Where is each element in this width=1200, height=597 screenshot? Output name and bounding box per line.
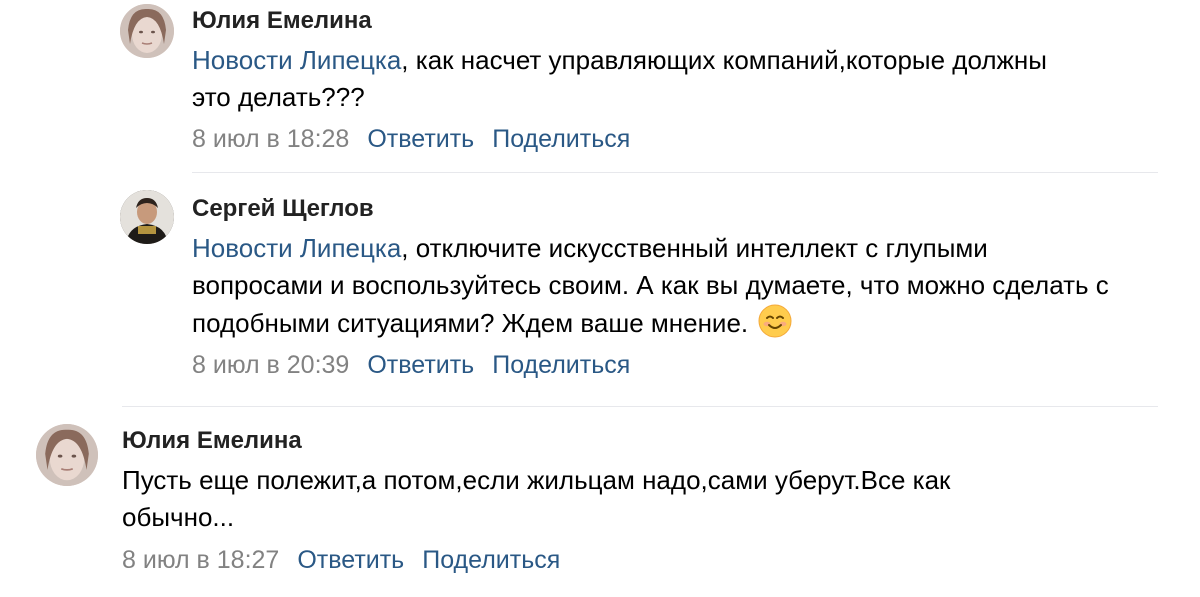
comment-meta: 8 июл в 18:28 Ответить Поделиться	[192, 124, 630, 154]
avatar[interactable]	[120, 190, 174, 244]
comment-text: Новости Липецка, отключите искусственный…	[192, 230, 1112, 348]
avatar[interactable]	[120, 4, 174, 58]
comment-author[interactable]: Сергей Щеглов	[192, 195, 374, 223]
reply-button[interactable]: Ответить	[367, 351, 474, 379]
share-button[interactable]: Поделиться	[422, 546, 560, 574]
avatar-photo	[120, 190, 174, 244]
comment-text: Пусть еще полежит,а потом,если жильцам н…	[122, 465, 951, 532]
avatar-photo	[120, 4, 174, 58]
divider	[192, 172, 1158, 173]
mention-link[interactable]: Новости Липецка	[192, 233, 401, 263]
comment-author[interactable]: Юлия Емелина	[192, 7, 372, 35]
comment-timestamp[interactable]: 8 июл в 18:28	[192, 125, 349, 153]
divider	[122, 406, 1158, 407]
comment-timestamp[interactable]: 8 июл в 18:27	[122, 546, 279, 574]
mention-link[interactable]: Новости Липецка	[192, 45, 401, 75]
reply-button[interactable]: Ответить	[367, 125, 474, 153]
comment-meta: 8 июл в 20:39 Ответить Поделиться	[192, 350, 630, 380]
share-button[interactable]: Поделиться	[492, 125, 630, 153]
comment-author[interactable]: Юлия Емелина	[122, 427, 302, 455]
comment-meta: 8 июл в 18:27 Ответить Поделиться	[122, 545, 560, 575]
comment-text: Новости Липецка, как насчет управляющих …	[192, 42, 1092, 116]
reply-button[interactable]: Ответить	[297, 546, 404, 574]
comment-timestamp[interactable]: 8 июл в 20:39	[192, 351, 349, 379]
smiling-face-emoji	[758, 304, 792, 348]
avatar[interactable]	[36, 424, 98, 486]
share-button[interactable]: Поделиться	[492, 351, 630, 379]
avatar-photo	[36, 424, 98, 486]
